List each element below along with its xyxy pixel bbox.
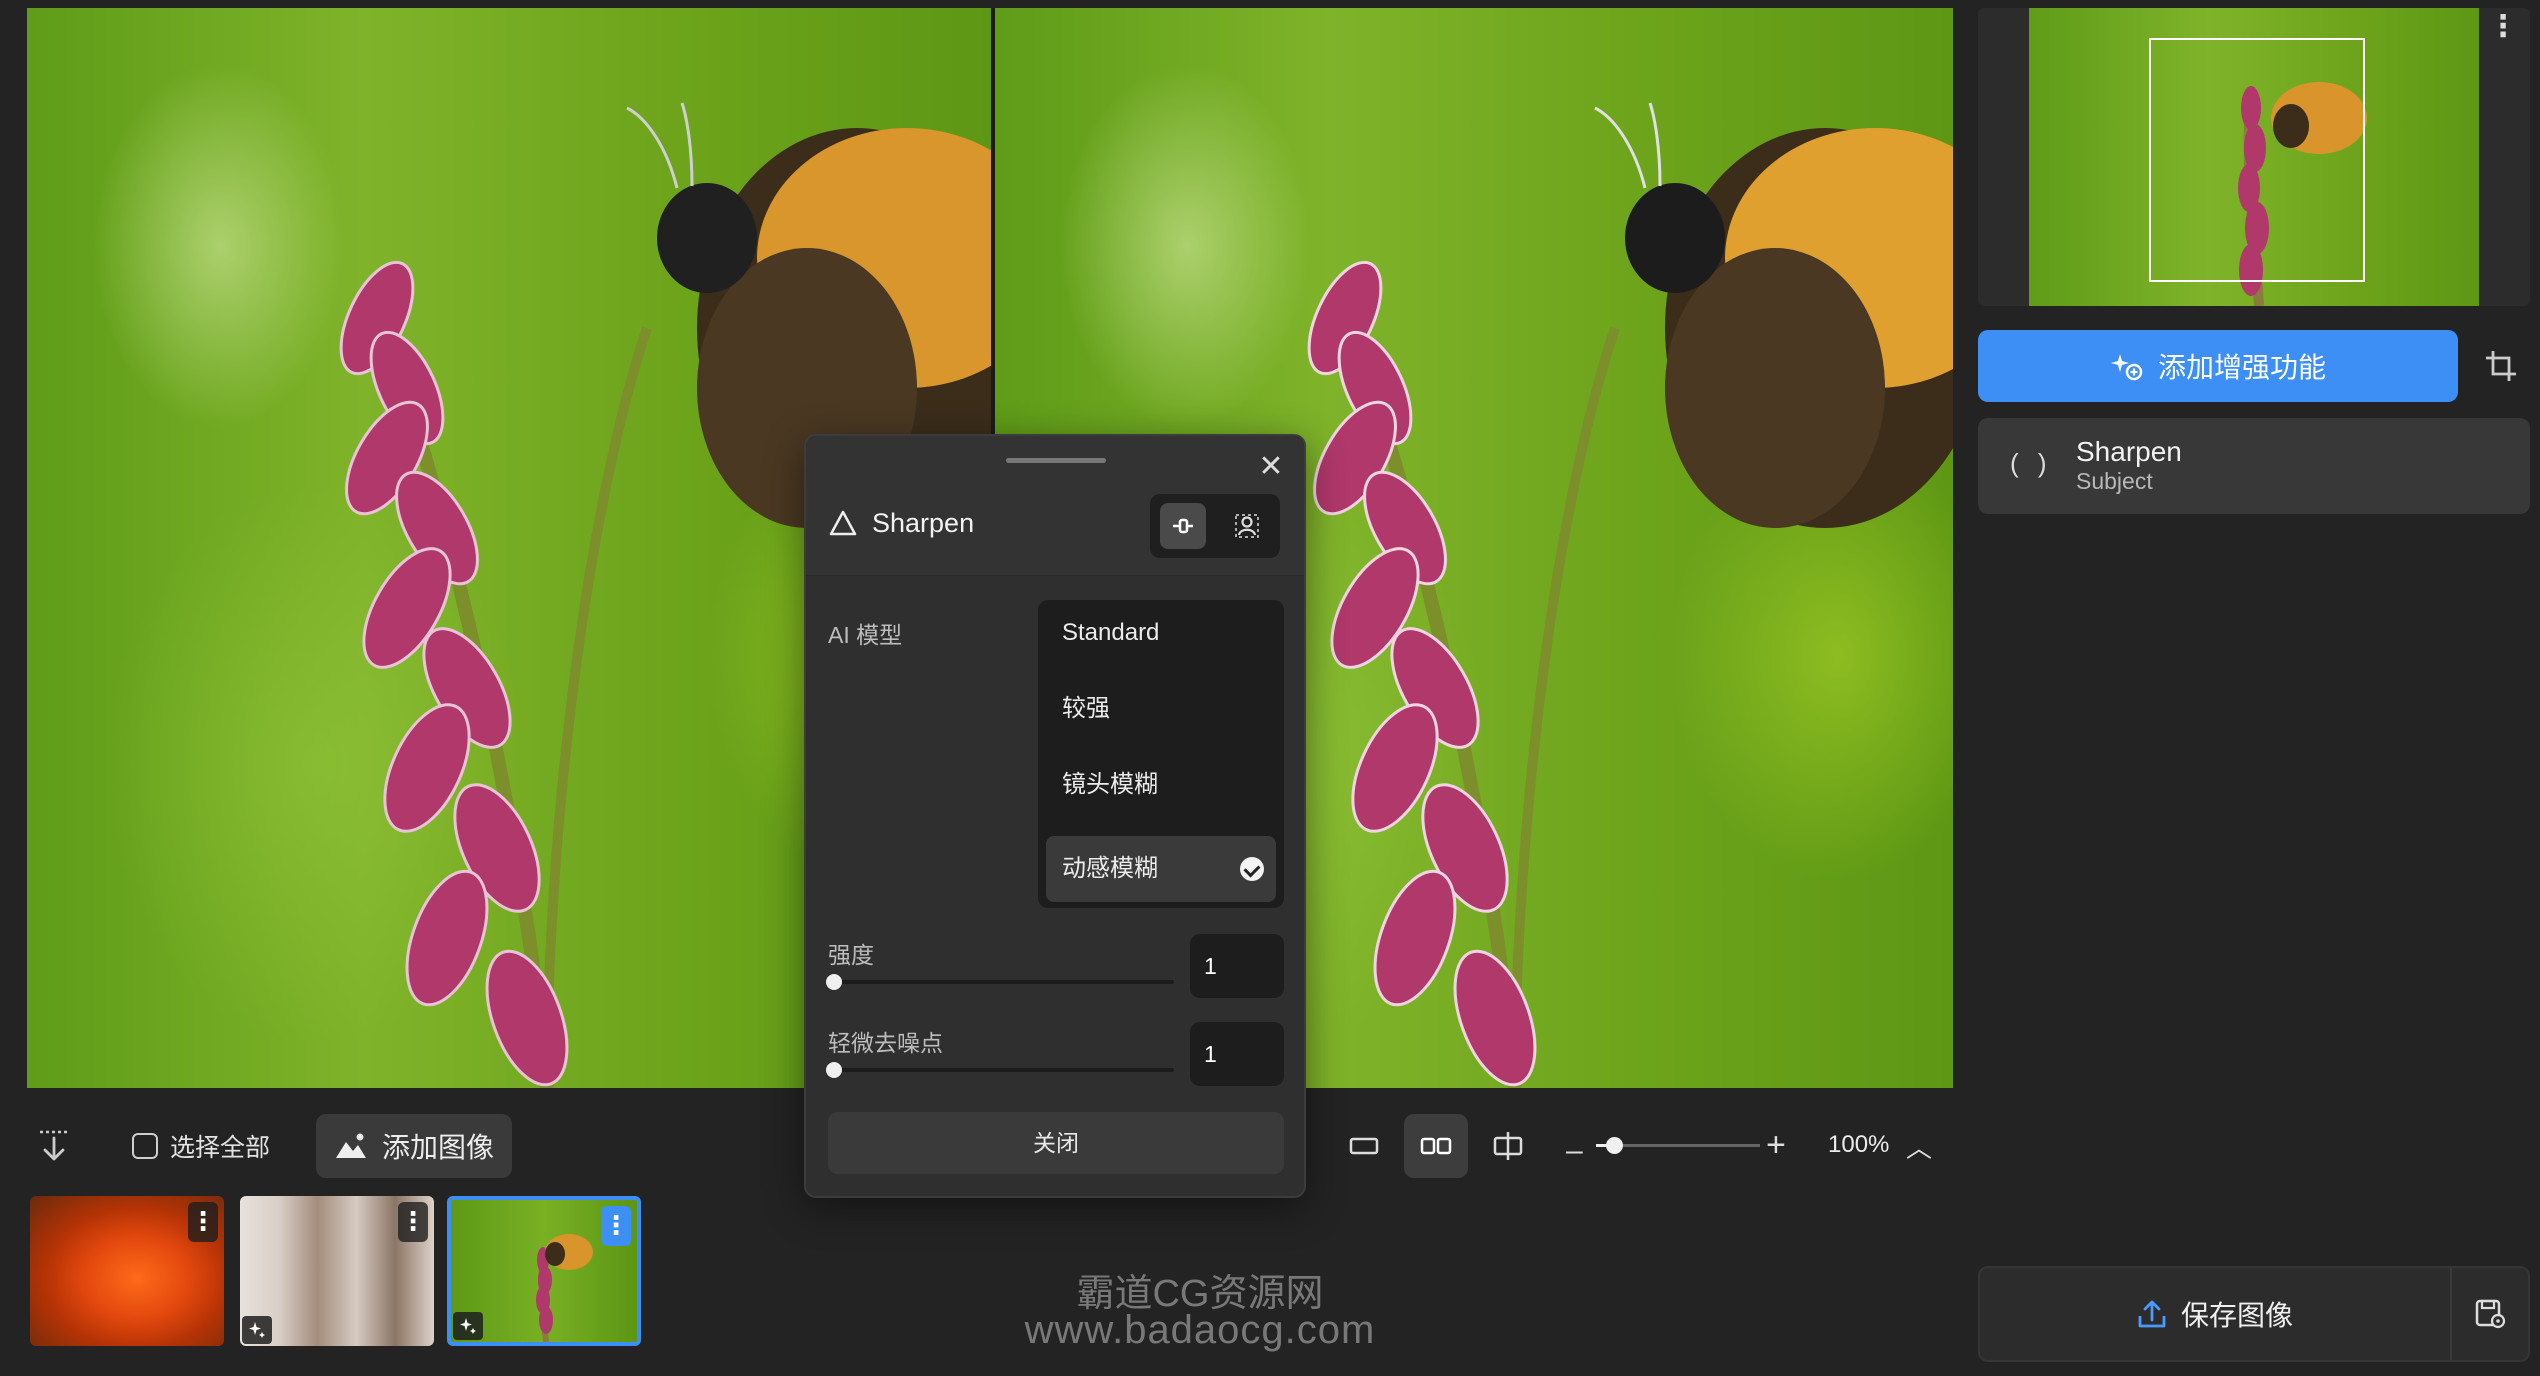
enhancement-subtitle: Subject bbox=[2076, 468, 2153, 494]
enhancement-title: Sharpen bbox=[2076, 436, 2182, 467]
navigator-image[interactable] bbox=[2029, 8, 2479, 306]
add-enhancement-button[interactable]: 添加增强功能 bbox=[1978, 330, 2458, 402]
close-icon[interactable]: ✕ bbox=[1256, 452, 1286, 482]
navigator-viewport-frame[interactable] bbox=[2149, 38, 2365, 282]
denoise-slider-knob[interactable] bbox=[826, 1062, 842, 1078]
model-option-standard[interactable]: Standard bbox=[1046, 600, 1276, 666]
sharpen-triangle-icon bbox=[829, 510, 857, 536]
ai-model-label: AI 模型 bbox=[828, 622, 903, 648]
model-option-strong[interactable]: 较强 bbox=[1046, 676, 1276, 742]
zoom-out-icon[interactable]: – bbox=[1566, 1134, 1583, 1168]
add-enhancement-label: 添加增强功能 bbox=[2157, 352, 2326, 383]
strength-label: 强度 bbox=[828, 942, 874, 968]
more-icon[interactable]: ⋮ bbox=[601, 1206, 631, 1246]
sharpen-panel: ✕ Sharpen AI 模型 Standard 较强 镜头模糊 动感模糊 强度… bbox=[804, 434, 1306, 1198]
more-icon[interactable]: ⋮ bbox=[398, 1202, 428, 1242]
checkmark-icon bbox=[1240, 857, 1264, 881]
single-view-icon[interactable] bbox=[1332, 1114, 1396, 1178]
slider-mode-icon[interactable] bbox=[1160, 503, 1206, 549]
more-icon[interactable]: ⋮ bbox=[2488, 12, 2518, 42]
strength-input[interactable]: 1 bbox=[1190, 934, 1284, 998]
side-by-side-view-icon[interactable] bbox=[1404, 1114, 1468, 1178]
denoise-label: 轻微去噪点 bbox=[828, 1030, 943, 1056]
select-all-label: 选择全部 bbox=[170, 1134, 271, 1162]
split-view-icon[interactable] bbox=[1476, 1114, 1540, 1178]
import-icon[interactable] bbox=[36, 1114, 80, 1178]
zoom-level[interactable]: 100% bbox=[1828, 1131, 1889, 1159]
ai-model-list: Standard 较强 镜头模糊 动感模糊 bbox=[1038, 600, 1284, 908]
loading-spinner-icon: ( ) bbox=[2010, 448, 2053, 478]
add-image-label: 添加图像 bbox=[382, 1132, 495, 1163]
zoom-in-icon[interactable]: + bbox=[1766, 1126, 1786, 1165]
add-sparkle-icon bbox=[2110, 354, 2143, 381]
panel-title: Sharpen bbox=[872, 508, 975, 538]
crop-icon[interactable] bbox=[2472, 330, 2530, 402]
drag-handle[interactable] bbox=[1006, 458, 1106, 463]
enhancement-item-sharpen[interactable]: ( ) Sharpen Subject bbox=[1978, 418, 2530, 514]
mode-toggle bbox=[1150, 494, 1280, 558]
model-option-motion-blur-label: 动感模糊 bbox=[1062, 855, 1158, 882]
denoise-input[interactable]: 1 bbox=[1190, 1022, 1284, 1086]
subject-mode-icon[interactable] bbox=[1224, 503, 1270, 549]
denoise-slider[interactable] bbox=[828, 1068, 1174, 1072]
checkbox-icon[interactable] bbox=[132, 1133, 158, 1159]
model-option-lens-blur[interactable]: 镜头模糊 bbox=[1046, 752, 1276, 818]
watermark-url: www.badaocg.com bbox=[1024, 1308, 1376, 1352]
strength-slider[interactable] bbox=[828, 980, 1174, 984]
zoom-slider-knob[interactable] bbox=[1606, 1137, 1623, 1154]
chevron-up-icon[interactable]: ︿ bbox=[1906, 1128, 1932, 1165]
mountain-image-icon bbox=[336, 1133, 366, 1158]
panel-header: ✕ Sharpen bbox=[806, 436, 1304, 576]
more-icon[interactable]: ⋮ bbox=[188, 1202, 218, 1242]
select-all-checkbox[interactable]: 选择全部 bbox=[132, 1114, 270, 1178]
close-button[interactable]: 关闭 bbox=[828, 1112, 1284, 1174]
add-image-button[interactable]: 添加图像 bbox=[316, 1114, 512, 1178]
strength-slider-knob[interactable] bbox=[826, 974, 842, 990]
navigator-panel[interactable]: ⋮ bbox=[1978, 8, 2530, 306]
model-option-motion-blur[interactable]: 动感模糊 bbox=[1046, 836, 1276, 902]
